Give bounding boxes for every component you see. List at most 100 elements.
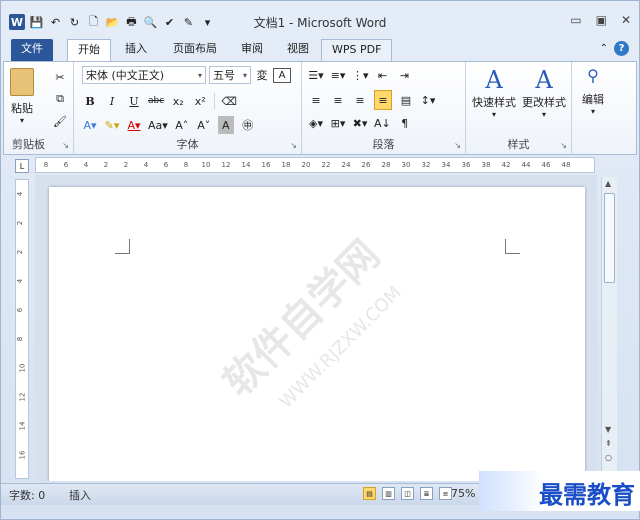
- font-name-combo[interactable]: 宋体 (中文正文) ▾: [82, 66, 206, 84]
- insert-mode[interactable]: 插入: [69, 487, 91, 503]
- group-styles: A 快速样式 ▾ A 更改样式 ▾ 样式 ↘: [466, 62, 572, 154]
- ruler-tick-label: 48: [561, 161, 571, 169]
- restore-icon[interactable]: ▣: [596, 13, 607, 27]
- tab-wps-pdf[interactable]: WPS PDF: [321, 39, 393, 61]
- print-layout-view-icon[interactable]: ▤: [363, 487, 376, 500]
- font-color-icon[interactable]: A▾: [126, 116, 142, 134]
- align-left-icon[interactable]: ≡: [308, 91, 324, 109]
- ruler-tick-label: 26: [361, 161, 371, 169]
- paste-label: 粘贴: [11, 102, 33, 115]
- scroll-up-icon[interactable]: ▲: [605, 179, 611, 188]
- tab-review[interactable]: 审阅: [231, 39, 273, 61]
- font-launcher-icon[interactable]: ↘: [290, 141, 297, 150]
- scroll-thumb[interactable]: [604, 193, 615, 283]
- document-page[interactable]: 软件自学网 WWW.RJZXW.COM: [49, 187, 585, 481]
- phonetic-guide-icon[interactable]: 変: [254, 66, 270, 84]
- vruler-tick-label: 4: [16, 191, 25, 197]
- close-icon[interactable]: ✕: [621, 13, 631, 27]
- vertical-ruler[interactable]: 4 2 2 4 6 8 10 12 14 16: [15, 179, 29, 479]
- font-size-combo[interactable]: 五号 ▾: [209, 66, 251, 84]
- clear-format-icon[interactable]: ⌫: [221, 92, 237, 110]
- change-case-icon[interactable]: Aa▾: [148, 116, 168, 134]
- shading-icon[interactable]: ◈▾: [308, 114, 324, 132]
- subscript-button[interactable]: x₂: [170, 92, 186, 110]
- grow-font-icon[interactable]: A˄: [174, 116, 190, 134]
- character-shading-icon[interactable]: A: [217, 116, 234, 134]
- reading-view-icon[interactable]: ▥: [382, 487, 395, 500]
- help-icon[interactable]: ?: [614, 41, 629, 56]
- paste-icon: [10, 68, 34, 96]
- enclose-characters-icon[interactable]: ㊥: [240, 116, 256, 134]
- word-count[interactable]: 字数: 0: [9, 487, 45, 503]
- styles-group-label: 样式: [507, 138, 530, 151]
- highlight-icon[interactable]: ✎▾: [104, 116, 120, 134]
- bold-button[interactable]: B: [82, 92, 98, 110]
- sort-icon[interactable]: A↓: [374, 114, 391, 132]
- minimize-icon[interactable]: ▭: [570, 13, 581, 27]
- tab-file[interactable]: 文件: [11, 39, 53, 61]
- decrease-indent-icon[interactable]: ⇤: [375, 66, 391, 84]
- editing-button[interactable]: ⚲ 编辑 ▾: [582, 66, 604, 116]
- change-styles-button[interactable]: A 更改样式 ▾: [522, 66, 566, 119]
- horizontal-ruler[interactable]: 8 6 4 2 2 4 6 8 10 12 14 16 18 20 22 24 26 28 30 32 34 36 38 42…: [35, 157, 595, 173]
- tab-page-layout[interactable]: 页面布局: [163, 39, 227, 61]
- ruler-tick-label: 22: [321, 161, 331, 169]
- scroll-down-icon[interactable]: ▼: [605, 425, 611, 434]
- vruler-tick-label: 6: [16, 307, 25, 313]
- vruler-tick-label: 10: [18, 363, 27, 373]
- align-right-icon[interactable]: ≡: [352, 91, 368, 109]
- distributed-icon[interactable]: ▤: [398, 91, 414, 109]
- tab-stop-selector[interactable]: L: [15, 159, 29, 173]
- ruler-tick-label: 38: [481, 161, 491, 169]
- ruler-tick-label: 10: [201, 161, 211, 169]
- shrink-font-icon[interactable]: A˅: [196, 116, 212, 134]
- minimize-ribbon-icon[interactable]: ⌃: [600, 43, 608, 54]
- ribbon-right-controls: ⌃ ?: [600, 41, 629, 56]
- italic-button[interactable]: I: [104, 92, 120, 110]
- editing-label: 编辑: [582, 93, 604, 106]
- vruler-tick-label: 8: [16, 336, 25, 342]
- tab-insert[interactable]: 插入: [115, 39, 157, 61]
- ruler-tick-label: 46: [541, 161, 551, 169]
- ruler-tick-label: 18: [281, 161, 291, 169]
- bullets-icon[interactable]: ☰▾: [308, 66, 324, 84]
- quick-styles-button[interactable]: A 快速样式 ▾: [472, 66, 516, 119]
- format-painter-icon[interactable]: 🖌: [52, 112, 68, 130]
- borders-icon[interactable]: ⊞▾: [330, 114, 346, 132]
- browse-object-icon[interactable]: ○: [605, 453, 612, 462]
- margin-corner-mark: [505, 239, 520, 254]
- tab-view[interactable]: 视图: [277, 39, 319, 61]
- underline-button[interactable]: U: [126, 92, 142, 110]
- binoculars-icon: ⚲: [587, 66, 599, 85]
- justify-icon[interactable]: ≡: [374, 90, 392, 110]
- tab-home[interactable]: 开始: [67, 39, 111, 61]
- show-marks-icon[interactable]: ¶: [397, 114, 413, 132]
- superscript-button[interactable]: x²: [192, 92, 208, 110]
- vertical-scrollbar[interactable]: ▲ ▼ ⇞ ○: [601, 177, 617, 481]
- copy-icon[interactable]: ⧉: [52, 90, 68, 108]
- prev-page-icon[interactable]: ⇞: [605, 439, 612, 448]
- line-spacing-icon[interactable]: ↕▾: [420, 91, 436, 109]
- clipboard-launcher-icon[interactable]: ↘: [62, 141, 69, 150]
- numbering-icon[interactable]: ≡▾: [330, 66, 346, 84]
- styles-launcher-icon[interactable]: ↘: [560, 141, 567, 150]
- character-border-icon[interactable]: A: [273, 67, 291, 83]
- ruler-tick-label: 32: [421, 161, 431, 169]
- text-effects-icon[interactable]: A▾: [82, 116, 98, 134]
- paste-dropdown-icon[interactable]: ▾: [20, 116, 24, 125]
- paragraph-launcher-icon[interactable]: ↘: [454, 141, 461, 150]
- ruler-tick-label: 28: [381, 161, 391, 169]
- chinese-layout-icon[interactable]: ✖▾: [352, 114, 368, 132]
- outline-view-icon[interactable]: ≣: [420, 487, 433, 500]
- ruler-tick-label: 8: [43, 161, 49, 169]
- zoom-level[interactable]: 75%: [451, 487, 475, 500]
- paste-button[interactable]: 粘贴 ▾: [10, 68, 34, 125]
- strikethrough-button[interactable]: abc: [148, 92, 164, 110]
- multilevel-list-icon[interactable]: ⋮▾: [352, 66, 369, 84]
- web-layout-view-icon[interactable]: ◫: [401, 487, 414, 500]
- ruler-tick-label: 24: [341, 161, 351, 169]
- increase-indent-icon[interactable]: ⇥: [397, 66, 413, 84]
- cut-icon[interactable]: ✂: [52, 68, 68, 86]
- change-styles-label: 更改样式: [522, 96, 566, 109]
- align-center-icon[interactable]: ≡: [330, 91, 346, 109]
